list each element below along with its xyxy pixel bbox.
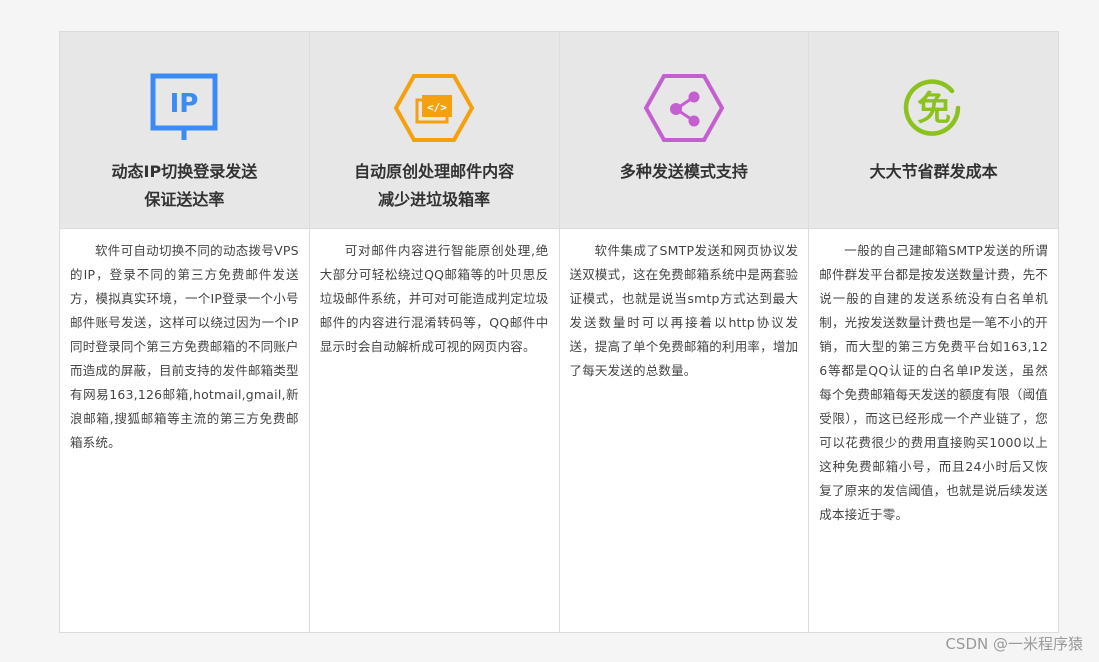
features-table: IP 动态IP切换登录发送 保证送达率 软件可自动切换不同的动态拨号VPS的IP… xyxy=(59,31,1059,633)
feature-title: 多种发送模式支持 xyxy=(620,158,748,186)
svg-text:</>: </> xyxy=(427,101,447,114)
free-badge-icon: 免 xyxy=(893,72,975,144)
feature-column-auto-original: </> 自动原创处理邮件内容 减少进垃圾箱率 可对邮件内容进行智能原创处理,绝大… xyxy=(308,32,559,632)
feature-description: 软件可自动切换不同的动态拨号VPS的IP，登录不同的第三方免费邮件发送方，模拟真… xyxy=(70,243,299,450)
svg-text:IP: IP xyxy=(170,89,199,119)
feature-title: 自动原创处理邮件内容 减少进垃圾箱率 xyxy=(354,158,514,214)
csdn-watermark: CSDN @一米程序猿 xyxy=(945,635,1083,653)
code-hexagon-icon: </> xyxy=(393,72,475,144)
feature-title: 动态IP切换登录发送 保证送达率 xyxy=(112,158,258,214)
feature-title-line-2: 保证送达率 xyxy=(144,190,225,209)
svg-text:免: 免 xyxy=(917,89,951,129)
feature-title-line-2: 减少进垃圾箱率 xyxy=(378,190,491,209)
feature-description: 可对邮件内容进行智能原创处理,绝大部分可轻松绕过QQ邮箱等的叶贝思反垃圾邮件系统… xyxy=(319,243,549,354)
share-hexagon-icon xyxy=(643,72,725,144)
feature-header: 多种发送模式支持 xyxy=(559,32,809,229)
feature-header: 免 大大节省群发成本 xyxy=(809,32,1058,229)
feature-column-multi-mode: 多种发送模式支持 软件集成了SMTP发送和网页协议发送双模式，这在免费邮箱系统中… xyxy=(558,32,809,632)
feature-header: </> 自动原创处理邮件内容 减少进垃圾箱率 xyxy=(309,32,559,229)
feature-title-line-1: 大大节省群发成本 xyxy=(869,162,998,181)
feature-description: 软件集成了SMTP发送和网页协议发送双模式，这在免费邮箱系统中是两套验证模式，也… xyxy=(569,243,799,378)
feature-title-line-1: 动态IP切换登录发送 xyxy=(111,162,258,181)
feature-description: 一般的自己建邮箱SMTP发送的所谓邮件群发平台都是按发送数量计费，先不说一般的自… xyxy=(819,243,1048,522)
feature-title: 大大节省群发成本 xyxy=(870,158,998,186)
feature-column-save-cost: 免 大大节省群发成本 一般的自己建邮箱SMTP发送的所谓邮件群发平台都是按发送数… xyxy=(808,32,1058,632)
feature-header: IP 动态IP切换登录发送 保证送达率 xyxy=(60,32,309,229)
feature-title-line-1: 多种发送模式支持 xyxy=(619,162,748,181)
feature-column-dynamic-ip: IP 动态IP切换登录发送 保证送达率 软件可自动切换不同的动态拨号VPS的IP… xyxy=(60,32,309,632)
feature-title-line-1: 自动原创处理邮件内容 xyxy=(354,162,515,181)
ip-monitor-icon: IP xyxy=(143,72,225,144)
